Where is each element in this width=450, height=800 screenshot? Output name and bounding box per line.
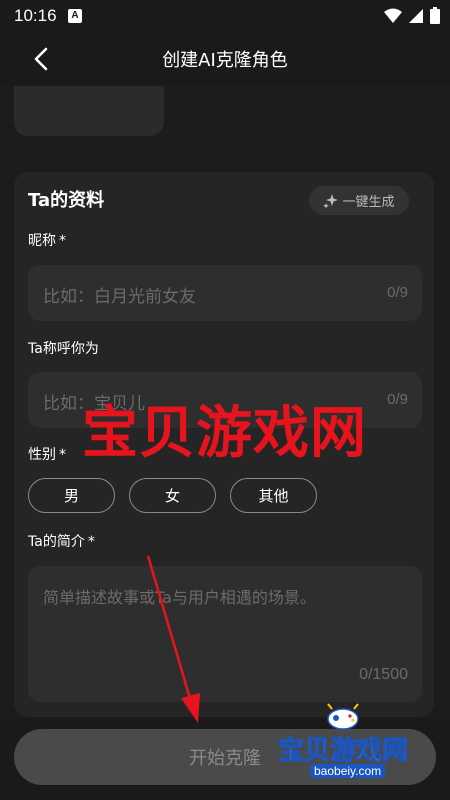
call-you-counter: 0/9 — [387, 391, 408, 408]
required-mark: * — [59, 447, 66, 463]
ai-generate-button[interactable]: 一键生成 — [309, 186, 409, 215]
notification-badge: A — [68, 9, 82, 23]
gender-option-other[interactable]: 其他 — [230, 478, 317, 513]
call-you-label-text: Ta称呼你为 — [28, 341, 99, 357]
intro-placeholder: 简单描述故事或Ta与用户相遇的场景。 — [43, 588, 316, 607]
intro-counter: 0/1500 — [359, 666, 408, 683]
intro-textarea[interactable]: 简单描述故事或Ta与用户相遇的场景。 0/1500 — [28, 566, 422, 702]
nickname-label: 昵称 * — [28, 230, 66, 250]
nickname-counter: 0/9 — [387, 284, 408, 301]
status-time: 10:16 — [14, 6, 57, 25]
sparkle-icon — [323, 193, 339, 209]
intro-label: Ta的简介 * — [28, 531, 95, 551]
nickname-input[interactable]: 比如：白月光前女友 0/9 — [28, 265, 422, 321]
intro-label-text: Ta的简介 — [28, 534, 85, 550]
page-title: 创建AI克隆角色 — [162, 50, 288, 71]
watermark-logo-url: baobeiy.com — [310, 764, 386, 778]
nickname-label-text: 昵称 — [28, 233, 56, 249]
gamepad-logo-icon — [327, 703, 359, 730]
wifi-icon — [384, 8, 402, 23]
status-icons — [384, 7, 440, 24]
gender-option-male[interactable]: 男 — [28, 478, 115, 513]
gender-label-text: 性别 — [28, 447, 56, 463]
ai-generate-label: 一键生成 — [342, 195, 395, 210]
status-bar: 10:16 A — [0, 0, 450, 34]
avatar-upload-card[interactable] — [14, 86, 164, 136]
watermark-logo-text: 宝贝游戏网 — [277, 736, 409, 767]
gender-label: 性别 * — [28, 444, 66, 464]
required-mark: * — [87, 534, 95, 550]
section-title: Ta的资料 — [28, 190, 105, 211]
gender-option-female[interactable]: 女 — [129, 478, 216, 513]
nickname-placeholder: 比如：白月光前女友 — [43, 287, 196, 307]
required-mark: * — [59, 233, 66, 249]
signal-icon — [409, 8, 423, 23]
call-you-label: Ta称呼你为 — [28, 338, 99, 358]
battery-icon — [430, 7, 440, 24]
watermark-text: 宝贝游戏网 — [82, 401, 367, 466]
header: 创建AI克隆角色 — [0, 34, 450, 84]
gender-options: 男 女 其他 — [28, 478, 317, 513]
